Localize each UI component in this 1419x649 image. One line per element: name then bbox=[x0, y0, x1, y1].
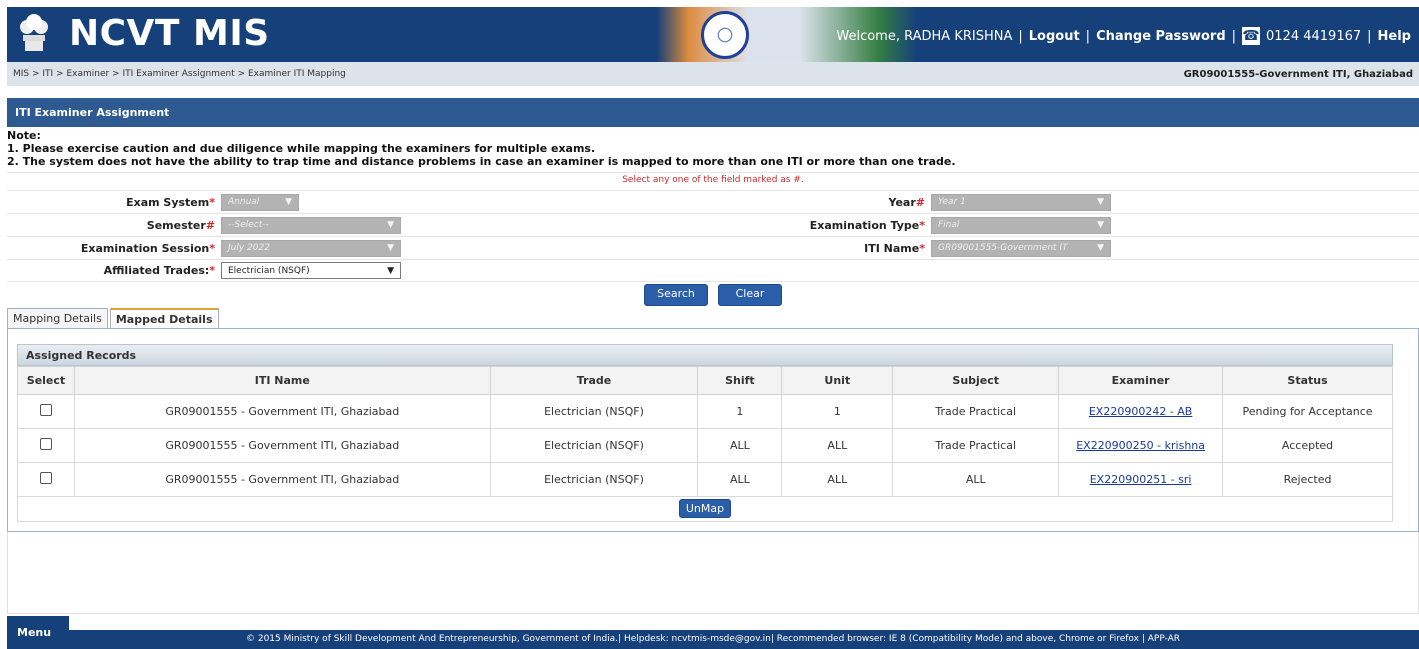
examination-session-select[interactable]: July 2022 ▼ bbox=[221, 239, 401, 257]
iti-name-label: ITI Name* bbox=[864, 241, 925, 255]
chevron-down-icon: ▼ bbox=[1097, 243, 1104, 253]
status-text: Pending for Acceptance bbox=[1222, 394, 1393, 429]
exam-system-label: Exam System* bbox=[126, 195, 215, 209]
col-iti-name: ITI Name bbox=[73, 366, 491, 395]
menu-button[interactable]: Menu bbox=[7, 616, 69, 649]
exam-system-select[interactable]: Annual ▼ bbox=[221, 193, 299, 211]
records-table: Select ITI Name Trade Shift Unit Subject… bbox=[17, 366, 1393, 497]
year-label: Year# bbox=[888, 195, 925, 209]
ashoka-chakra-icon bbox=[701, 11, 749, 59]
table-header-row: Select ITI Name Trade Shift Unit Subject… bbox=[17, 366, 1393, 395]
col-select: Select bbox=[17, 366, 75, 395]
examination-type-select[interactable]: Final ▼ bbox=[931, 216, 1111, 234]
examiner-link[interactable]: EX220900250 - krishna bbox=[1076, 439, 1205, 452]
field-hint: Select any one of the field marked as #. bbox=[7, 172, 1419, 188]
chevron-down-icon: ▼ bbox=[1097, 197, 1104, 207]
tab-mapping-details[interactable]: Mapping Details bbox=[7, 308, 108, 328]
col-trade: Trade bbox=[489, 366, 699, 395]
logout-link[interactable]: Logout bbox=[1029, 29, 1080, 44]
note-block: Note: 1. Please exercise caution and due… bbox=[7, 129, 1419, 168]
clear-button[interactable]: Clear bbox=[718, 284, 782, 306]
help-link[interactable]: Help bbox=[1378, 29, 1411, 44]
col-status: Status bbox=[1222, 366, 1393, 395]
row-checkbox[interactable] bbox=[39, 404, 52, 416]
national-emblem-icon bbox=[20, 14, 48, 51]
chevron-down-icon: ▼ bbox=[285, 197, 292, 207]
chevron-down-icon: ▼ bbox=[387, 220, 394, 230]
col-unit: Unit bbox=[781, 366, 894, 395]
status-text: Accepted bbox=[1222, 428, 1393, 463]
app-title: NCVT MIS bbox=[69, 13, 270, 54]
footer: © 2015 Ministry of Skill Development And… bbox=[7, 630, 1419, 649]
iti-name-select[interactable]: GR09001555-Government IT ▼ bbox=[931, 239, 1111, 257]
semester-label: Semester# bbox=[146, 218, 215, 232]
col-subject: Subject bbox=[892, 366, 1060, 395]
unmap-row: UnMap bbox=[17, 496, 1393, 522]
note-line-1: 1. Please exercise caution and due dilig… bbox=[7, 142, 596, 155]
breadcrumb: MIS > ITI > Examiner > ITI Examiner Assi… bbox=[7, 62, 1419, 86]
semester-select[interactable]: --Select-- ▼ bbox=[221, 216, 401, 234]
content-area bbox=[7, 532, 1419, 614]
unmap-button[interactable]: UnMap bbox=[679, 499, 731, 518]
status-text: Rejected bbox=[1222, 462, 1393, 497]
examiner-link[interactable]: EX220900251 - sri bbox=[1090, 473, 1192, 486]
examination-session-label: Examination Session* bbox=[80, 241, 215, 255]
table-row: GR09001555 - Government ITI, Ghaziabad E… bbox=[17, 462, 1393, 497]
helpdesk-phone: 0124 4419167 bbox=[1266, 28, 1362, 44]
col-shift: Shift bbox=[697, 366, 783, 395]
chevron-down-icon: ▼ bbox=[387, 243, 394, 253]
user-bar: Welcome, RADHA KRISHNA | Logout | Change… bbox=[836, 27, 1411, 45]
tab-strip: Mapping Details Mapped Details bbox=[7, 308, 219, 328]
row-checkbox[interactable] bbox=[39, 438, 52, 450]
year-select[interactable]: Year 1 ▼ bbox=[931, 193, 1111, 211]
records-panel: Assigned Records Select ITI Name Trade S… bbox=[7, 328, 1419, 532]
row-checkbox[interactable] bbox=[39, 472, 52, 484]
app-header: NCVT MIS Welcome, RADHA KRISHNA | Logout… bbox=[7, 7, 1419, 62]
examiner-link[interactable]: EX220900242 - AB bbox=[1089, 405, 1193, 418]
welcome-text: Welcome, RADHA KRISHNA bbox=[836, 28, 1013, 44]
examination-type-label: Examination Type* bbox=[809, 218, 925, 232]
chevron-down-icon: ▼ bbox=[387, 265, 394, 276]
affiliated-trades-select[interactable]: Electrician (NSQF) ▼ bbox=[221, 262, 401, 279]
chevron-down-icon: ▼ bbox=[1097, 220, 1104, 230]
table-row: GR09001555 - Government ITI, Ghaziabad E… bbox=[17, 428, 1393, 463]
panel-title: ITI Examiner Assignment bbox=[7, 98, 1419, 127]
form-actions: Search Clear bbox=[7, 284, 1419, 306]
filter-form: Exam System* Annual ▼ Year# Year 1 ▼ Semes… bbox=[7, 190, 1419, 282]
affiliated-trades-label: Affiliated Trades:* bbox=[103, 264, 215, 277]
search-button[interactable]: Search bbox=[644, 284, 708, 306]
table-row: GR09001555 - Government ITI, Ghaziabad E… bbox=[17, 394, 1393, 429]
phone-icon: ☎ bbox=[1242, 27, 1261, 45]
tab-mapped-details[interactable]: Mapped Details bbox=[109, 308, 219, 328]
col-examiner: Examiner bbox=[1058, 366, 1224, 395]
breadcrumb-path: MIS > ITI > Examiner > ITI Examiner Assi… bbox=[13, 69, 346, 79]
change-password-link[interactable]: Change Password bbox=[1096, 29, 1226, 44]
records-title: Assigned Records bbox=[17, 344, 1393, 366]
note-line-2: 2. The system does not have the ability … bbox=[7, 155, 956, 168]
current-iti: GR09001555-Government ITI, Ghaziabad bbox=[1183, 68, 1413, 80]
